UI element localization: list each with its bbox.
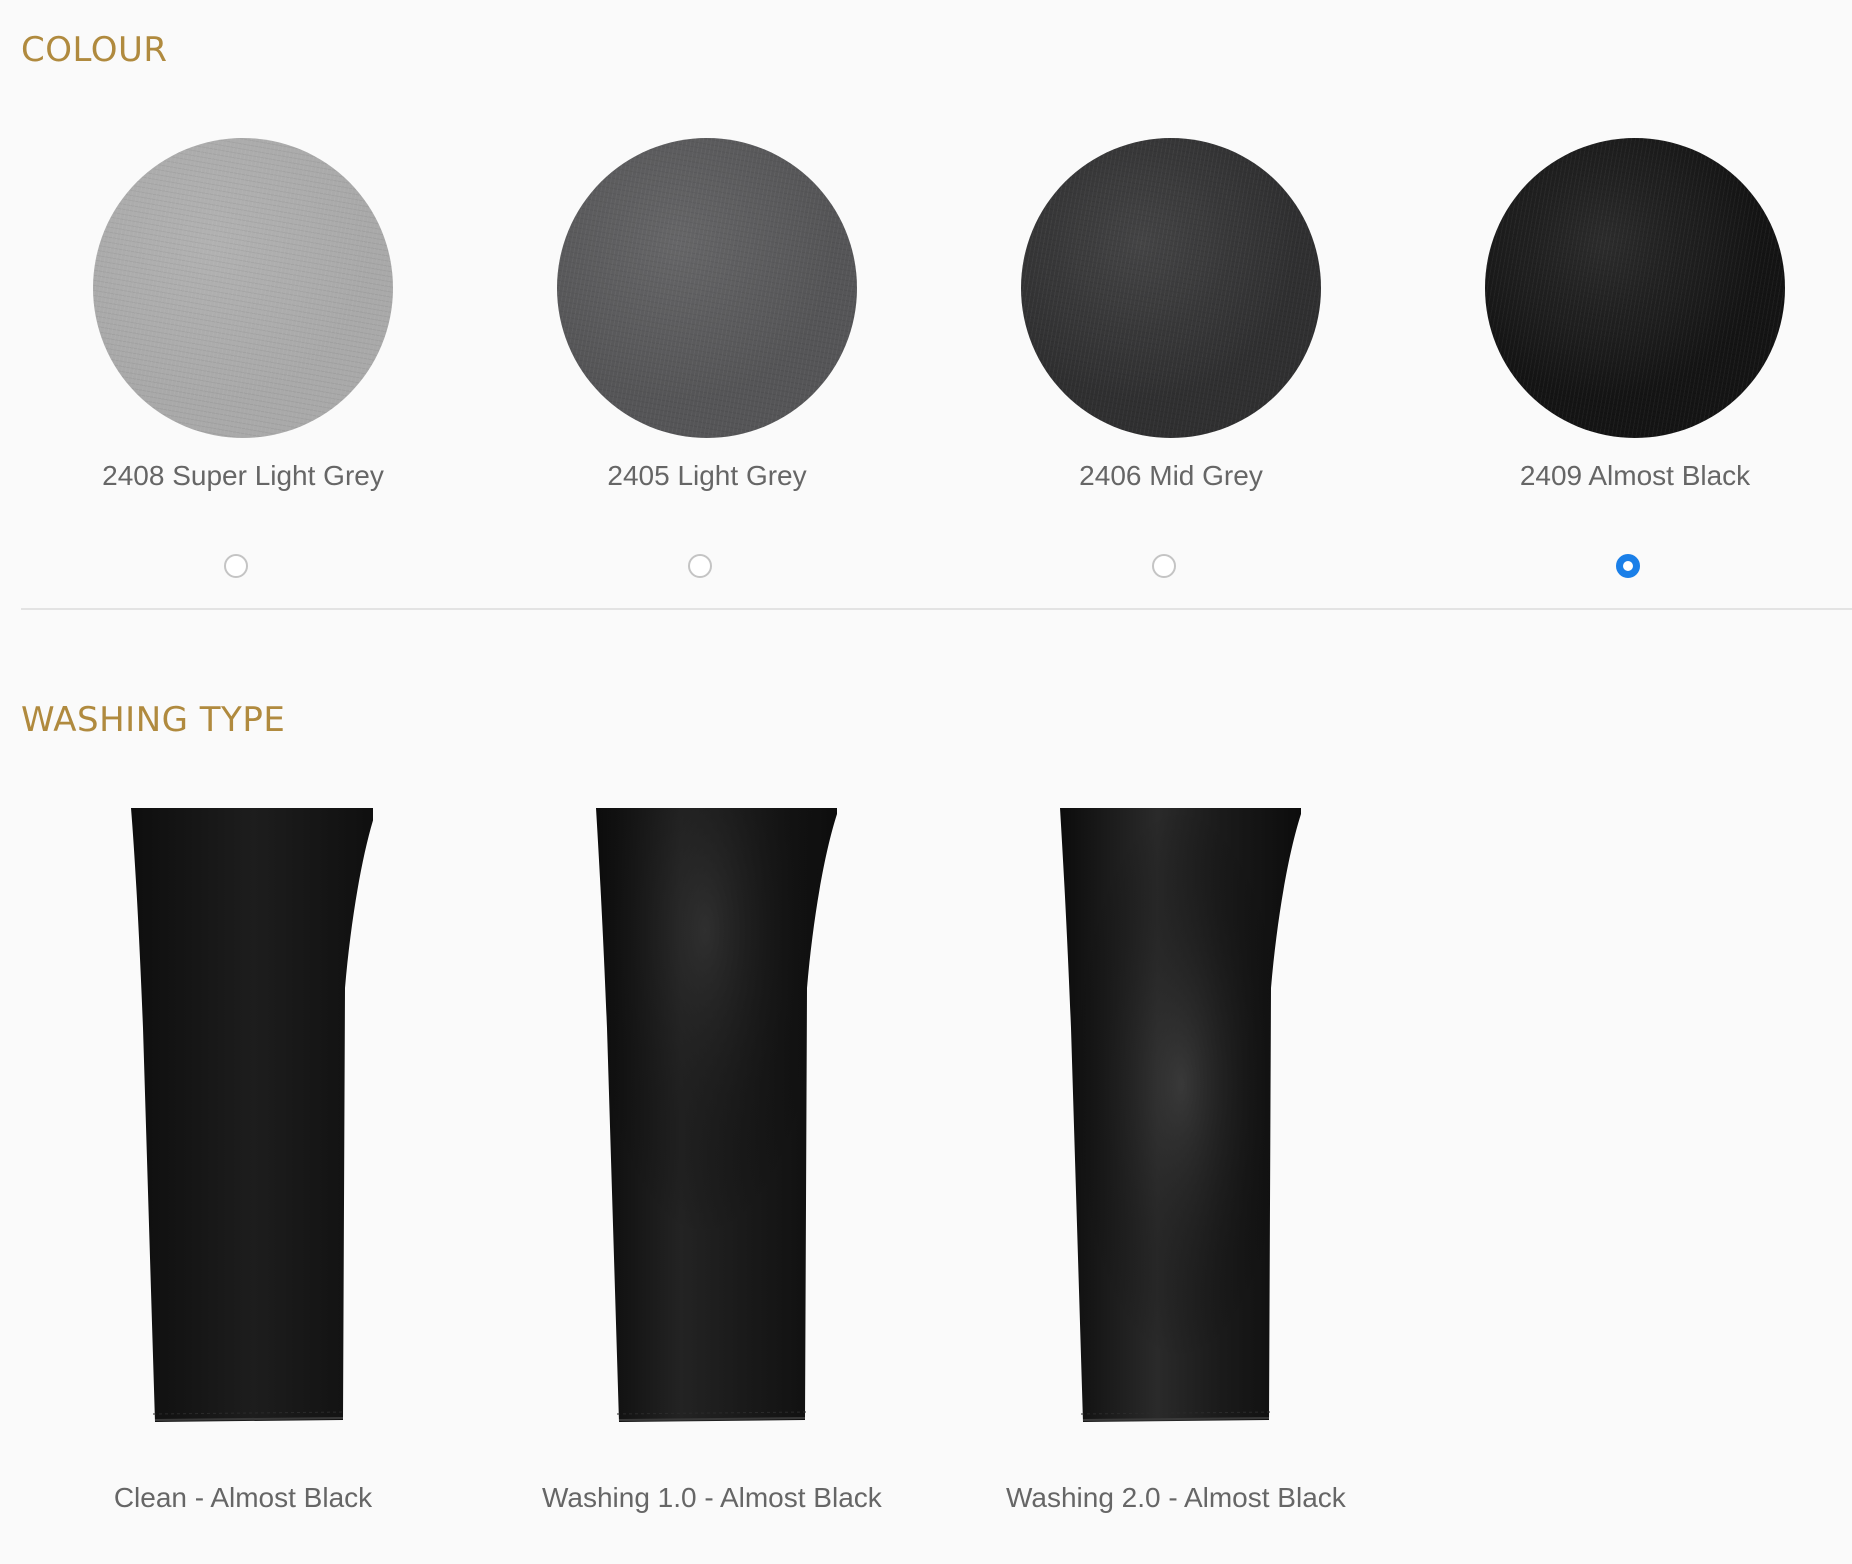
colour-radio-super-light-grey[interactable]: [224, 554, 248, 578]
washing-label: Washing 1.0 - Almost Black: [542, 1482, 882, 1513]
colour-radio-mid-grey[interactable]: [1152, 554, 1176, 578]
colour-option-mid-grey[interactable]: 2406 Mid Grey: [1021, 138, 1321, 492]
colour-swatch[interactable]: [1021, 138, 1321, 438]
washing-label: Clean - Almost Black: [113, 1482, 373, 1513]
colour-option-super-light-grey[interactable]: 2408 Super Light Grey: [93, 138, 393, 492]
colour-option-almost-black[interactable]: 2409 Almost Black: [1485, 138, 1785, 492]
colour-radio-light-grey[interactable]: [688, 554, 712, 578]
colour-label: 2409 Almost Black: [1519, 460, 1751, 491]
colour-label: 2406 Mid Grey: [1079, 460, 1263, 491]
colour-radio-almost-black[interactable]: [1616, 554, 1640, 578]
colour-swatch[interactable]: [557, 138, 857, 438]
colour-section-title: COLOUR: [21, 30, 168, 70]
colour-swatch[interactable]: [93, 138, 393, 438]
colour-swatch[interactable]: [1485, 138, 1785, 438]
washing-type-section-title: WASHING TYPE: [21, 700, 286, 740]
colour-option-light-grey[interactable]: 2405 Light Grey: [557, 138, 857, 492]
washing-option-2-0[interactable]: Washing 2.0 - Almost Black: [1006, 808, 1346, 1513]
washing-option-clean[interactable]: Clean - Almost Black: [78, 808, 408, 1513]
washing-label: Washing 2.0 - Almost Black: [1006, 1482, 1346, 1513]
jeans-leg-image[interactable]: [577, 808, 837, 1428]
colour-label: 2408 Super Light Grey: [102, 460, 384, 491]
colour-label: 2405 Light Grey: [607, 460, 807, 491]
washing-option-1-0[interactable]: Washing 1.0 - Almost Black: [542, 808, 882, 1513]
jeans-leg-image[interactable]: [1041, 808, 1301, 1428]
section-divider: [21, 608, 1852, 610]
jeans-leg-image[interactable]: [113, 808, 373, 1428]
